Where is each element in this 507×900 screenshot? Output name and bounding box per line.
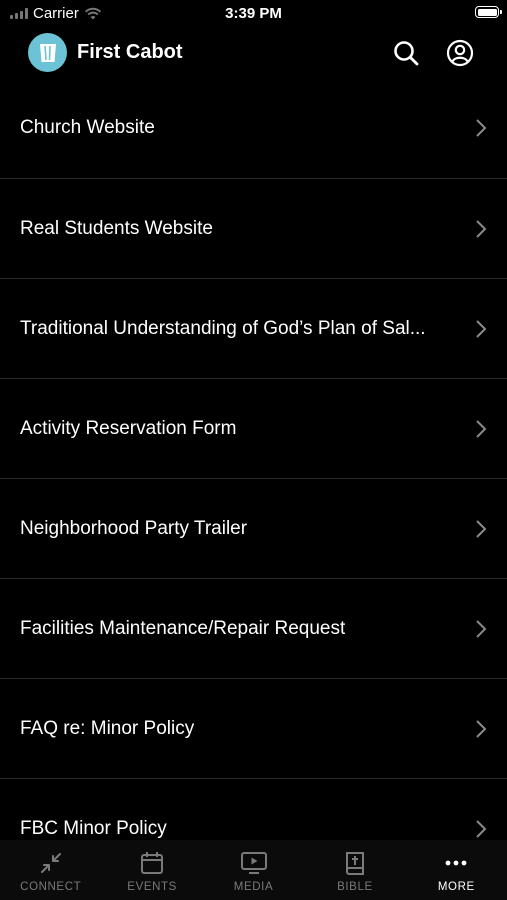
status-bar: Carrier 3:39 PM bbox=[0, 0, 507, 28]
menu-item-label: Church Website bbox=[20, 117, 155, 138]
chevron-right-icon bbox=[476, 319, 487, 338]
menu-item-label: Real Students Website bbox=[20, 217, 213, 239]
calendar-icon bbox=[141, 852, 164, 874]
menu-item-label: FBC Minor Policy bbox=[20, 817, 167, 839]
connect-arrows-icon bbox=[40, 853, 61, 873]
user-circle-icon bbox=[446, 39, 474, 67]
chevron-right-icon bbox=[476, 419, 487, 438]
menu-item-label: Activity Reservation Form bbox=[20, 417, 237, 439]
tab-label: BIBLE bbox=[337, 881, 373, 893]
tab-connect[interactable]: CONNECT bbox=[0, 840, 101, 900]
menu-item-activity-reservation[interactable]: Activity Reservation Form bbox=[0, 379, 507, 479]
menu-item-real-students-website[interactable]: Real Students Website bbox=[0, 179, 507, 279]
search-icon bbox=[394, 41, 419, 66]
more-menu-list: Church Website Real Students Website Tra… bbox=[0, 78, 507, 848]
search-button[interactable] bbox=[391, 38, 421, 68]
tab-media[interactable]: MEDIA bbox=[203, 840, 304, 900]
chevron-right-icon bbox=[476, 519, 487, 538]
chevron-right-icon bbox=[476, 219, 487, 238]
menu-item-facilities-request[interactable]: Facilities Maintenance/Repair Request bbox=[0, 579, 507, 679]
chevron-right-icon bbox=[476, 619, 487, 638]
chevron-right-icon bbox=[476, 719, 487, 738]
tab-label: EVENTS bbox=[127, 881, 177, 893]
app-header: First Cabot bbox=[0, 28, 507, 78]
menu-item-faq-minor-policy[interactable]: FAQ re: Minor Policy bbox=[0, 679, 507, 779]
tab-more[interactable]: MORE bbox=[406, 840, 507, 900]
app-title: First Cabot bbox=[77, 41, 183, 63]
menu-item-label: Traditional Understanding of God’s Plan … bbox=[20, 317, 426, 339]
menu-item-fbc-minor-policy[interactable]: FBC Minor Policy bbox=[0, 779, 507, 848]
cup-logo-icon bbox=[39, 43, 56, 62]
chevron-right-icon bbox=[476, 119, 487, 137]
profile-button[interactable] bbox=[445, 38, 475, 68]
menu-item-church-website[interactable]: Church Website bbox=[0, 78, 507, 179]
menu-item-label: Facilities Maintenance/Repair Request bbox=[20, 617, 346, 639]
status-time: 3:39 PM bbox=[225, 5, 282, 22]
church-logo[interactable] bbox=[28, 33, 67, 72]
tab-label: MEDIA bbox=[233, 881, 274, 893]
more-dots-icon bbox=[445, 860, 467, 866]
chevron-right-icon bbox=[476, 819, 487, 838]
battery-icon bbox=[475, 6, 502, 18]
menu-item-label: FAQ re: Minor Policy bbox=[20, 717, 195, 739]
tab-label: CONNECT bbox=[20, 881, 82, 893]
tab-bible[interactable]: BIBLE bbox=[304, 840, 405, 900]
bible-icon bbox=[345, 852, 364, 875]
menu-item-neighborhood-party-trailer[interactable]: Neighborhood Party Trailer bbox=[0, 479, 507, 579]
tab-label: MORE bbox=[437, 881, 475, 893]
menu-item-label: Neighborhood Party Trailer bbox=[20, 517, 248, 539]
tab-events[interactable]: EVENTS bbox=[101, 840, 202, 900]
tv-play-icon bbox=[240, 852, 267, 874]
bottom-tab-bar: CONNECT EVENTS MEDIA BIBLE MORE bbox=[0, 840, 507, 900]
menu-item-gods-plan[interactable]: Traditional Understanding of God’s Plan … bbox=[0, 279, 507, 379]
